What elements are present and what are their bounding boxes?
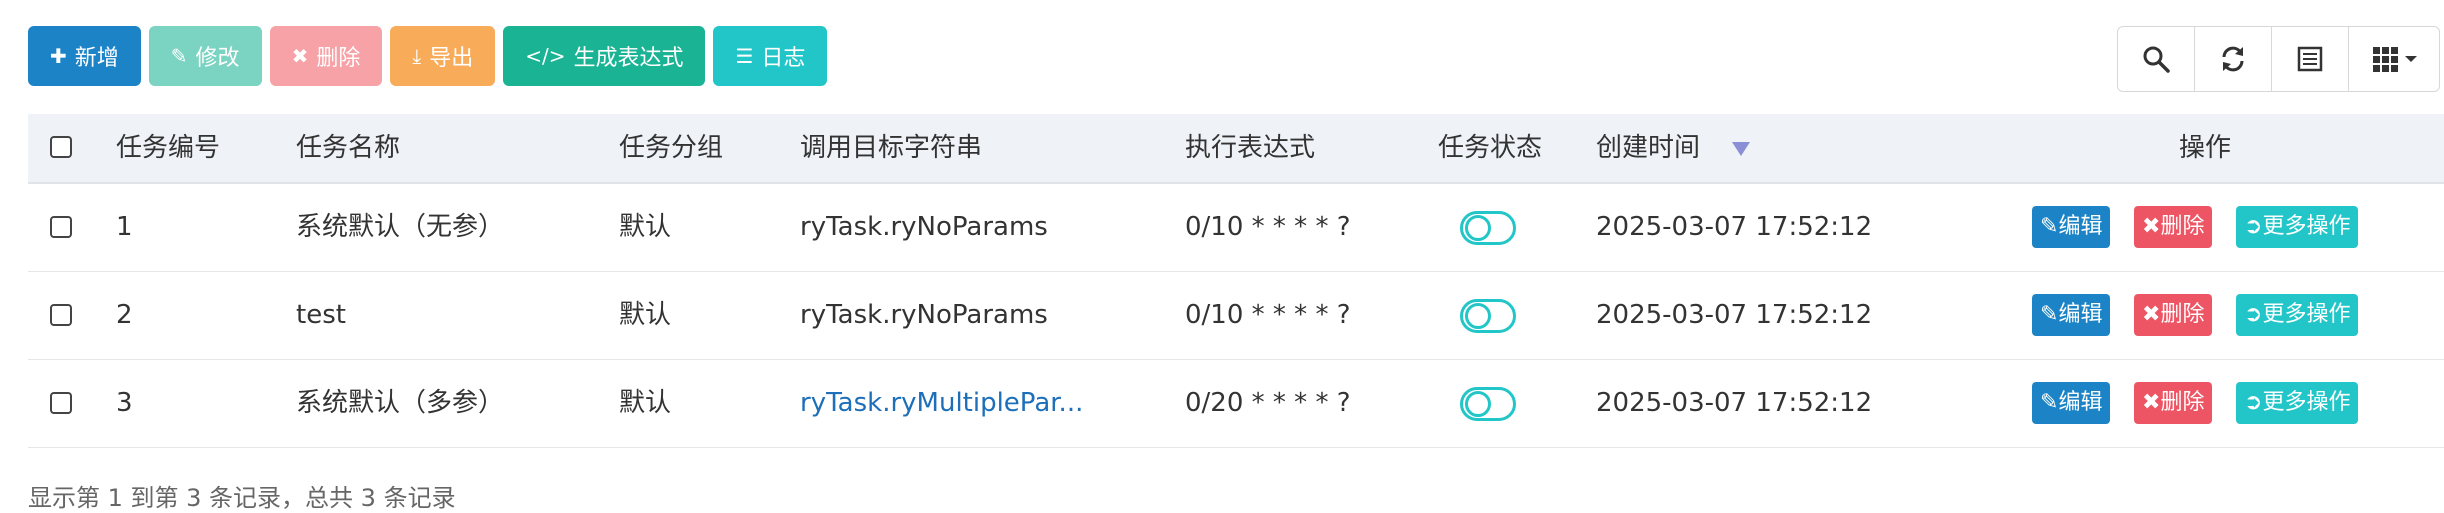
close-icon: ✖ [2142, 390, 2161, 415]
cron-expression: 0/10 * * * * ? [1185, 300, 1351, 330]
refresh-button[interactable] [2194, 26, 2272, 92]
code-icon: </> [525, 44, 566, 68]
close-icon: ✖ [2142, 214, 2161, 239]
row-more-button[interactable]: ➲更多操作 [2236, 294, 2359, 336]
toolbar: ✚ 新增 ✎ 修改 ✖ 删除 ⤓ 导出 </> 生成表达式 ☰ 日志 [28, 26, 828, 86]
row-checkbox[interactable] [50, 304, 72, 326]
list-icon: ☰ [735, 44, 754, 68]
job-name: test [296, 300, 346, 330]
row-checkbox[interactable] [50, 392, 72, 414]
grid-icon [2373, 47, 2398, 72]
create-time: 2025-03-07 17:52:12 [1596, 300, 1873, 330]
toggle-knob [1465, 391, 1491, 417]
invoke-target-link[interactable]: ryTask.ryMultiplePar... [800, 360, 1083, 447]
invoke-target: ryTask.ryNoParams [800, 212, 1048, 242]
toggle-knob [1465, 215, 1491, 241]
cron-expression: 0/10 * * * * ? [1185, 212, 1351, 242]
edit-button-label: 修改 [195, 46, 240, 71]
row-delete-label: 删除 [2160, 390, 2205, 415]
job-group: 默认 [619, 300, 672, 330]
status-toggle[interactable] [1460, 387, 1516, 421]
job-name: 系统默认（多参） [296, 388, 505, 418]
header-job-name[interactable]: 任务名称 [296, 114, 400, 182]
header-invoke-target[interactable]: 调用目标字符串 [800, 114, 982, 182]
job-id: 2 [116, 300, 133, 330]
generate-expression-label: 生成表达式 [573, 46, 684, 71]
row-edit-label: 编辑 [2058, 390, 2103, 415]
table-tools [2117, 26, 2440, 92]
log-button-label: 日志 [761, 46, 806, 71]
job-group: 默认 [619, 212, 672, 242]
export-button-label: 导出 [429, 46, 474, 71]
toggle-knob [1465, 303, 1491, 329]
header-cron-expression[interactable]: 执行表达式 [1185, 114, 1315, 182]
edit-icon: ✎ [2040, 214, 2059, 239]
edit-icon: ✎ [2040, 390, 2059, 415]
row-more-button[interactable]: ➲更多操作 [2236, 382, 2359, 424]
columns-dropdown-button[interactable] [2348, 26, 2440, 92]
job-name: 系统默认（无参） [296, 212, 505, 242]
generate-expression-button[interactable]: </> 生成表达式 [503, 26, 706, 86]
header-job-id[interactable]: 任务编号 [116, 114, 220, 182]
table-header: 任务编号 任务名称 任务分组 调用目标字符串 执行表达式 任务状态 创建时间 操… [28, 114, 2444, 184]
close-icon: ✖ [2142, 302, 2161, 327]
cron-expression: 0/20 * * * * ? [1185, 388, 1351, 418]
job-id: 1 [116, 212, 133, 242]
header-job-group[interactable]: 任务分组 [619, 114, 723, 182]
header-create-time[interactable]: 创建时间 [1596, 114, 1700, 182]
row-edit-label: 编辑 [2058, 302, 2103, 327]
chevron-circle-right-icon: ➲ [2244, 214, 2263, 239]
table-row: 2 test 默认 ryTask.ryNoParams 0/10 * * * *… [28, 272, 2444, 360]
row-checkbox[interactable] [50, 216, 72, 238]
row-more-label: 更多操作 [2262, 214, 2351, 239]
table-row: 3 系统默认（多参） 默认 ryTask.ryMultiplePar... 0/… [28, 360, 2444, 448]
row-edit-button[interactable]: ✎编辑 [2032, 206, 2111, 248]
refresh-icon [2222, 46, 2244, 72]
row-delete-button[interactable]: ✖删除 [2134, 382, 2213, 424]
chevron-circle-right-icon: ➲ [2244, 390, 2263, 415]
caret-down-icon [2405, 56, 2417, 62]
close-icon: ✖ [291, 44, 309, 68]
row-delete-button[interactable]: ✖删除 [2134, 294, 2213, 336]
create-time: 2025-03-07 17:52:12 [1596, 388, 1873, 418]
header-job-status[interactable]: 任务状态 [1438, 114, 1542, 182]
edit-icon: ✎ [2040, 302, 2059, 327]
row-edit-label: 编辑 [2058, 214, 2103, 239]
header-actions: 操作 [2179, 133, 2232, 163]
row-edit-button[interactable]: ✎编辑 [2032, 382, 2111, 424]
edit-button[interactable]: ✎ 修改 [148, 26, 262, 86]
row-edit-button[interactable]: ✎编辑 [2032, 294, 2111, 336]
edit-icon: ✎ [170, 44, 188, 68]
delete-button[interactable]: ✖ 删除 [269, 26, 383, 86]
row-delete-button[interactable]: ✖删除 [2134, 206, 2213, 248]
job-id: 3 [116, 388, 133, 418]
add-button-label: 新增 [74, 46, 119, 71]
invoke-target: ryTask.ryNoParams [800, 300, 1048, 330]
row-delete-label: 删除 [2160, 302, 2205, 327]
row-more-label: 更多操作 [2262, 302, 2351, 327]
select-all-checkbox[interactable] [50, 136, 72, 158]
pagination-info: 显示第 1 到第 3 条记录，总共 3 条记录 [28, 484, 456, 512]
job-group: 默认 [619, 388, 672, 418]
chevron-circle-right-icon: ➲ [2244, 302, 2263, 327]
download-icon: ⤓ [412, 44, 422, 68]
plus-icon: ✚ [50, 44, 67, 68]
search-toggle-button[interactable] [2117, 26, 2195, 92]
status-toggle[interactable] [1460, 299, 1516, 333]
row-delete-label: 删除 [2160, 214, 2205, 239]
status-toggle[interactable] [1460, 211, 1516, 245]
row-more-button[interactable]: ➲更多操作 [2236, 206, 2359, 248]
add-button[interactable]: ✚ 新增 [28, 26, 141, 86]
delete-button-label: 删除 [316, 46, 361, 71]
jobs-table: 任务编号 任务名称 任务分组 调用目标字符串 执行表达式 任务状态 创建时间 操… [28, 114, 2444, 448]
sort-desc-icon[interactable] [1732, 142, 1750, 156]
toggle-view-button[interactable] [2271, 26, 2349, 92]
search-icon [2143, 46, 2170, 73]
log-button[interactable]: ☰ 日志 [713, 26, 828, 86]
row-more-label: 更多操作 [2262, 390, 2351, 415]
table-row: 1 系统默认（无参） 默认 ryTask.ryNoParams 0/10 * *… [28, 184, 2444, 272]
create-time: 2025-03-07 17:52:12 [1596, 212, 1873, 242]
table-view-icon [2297, 46, 2323, 72]
export-button[interactable]: ⤓ 导出 [390, 26, 496, 86]
